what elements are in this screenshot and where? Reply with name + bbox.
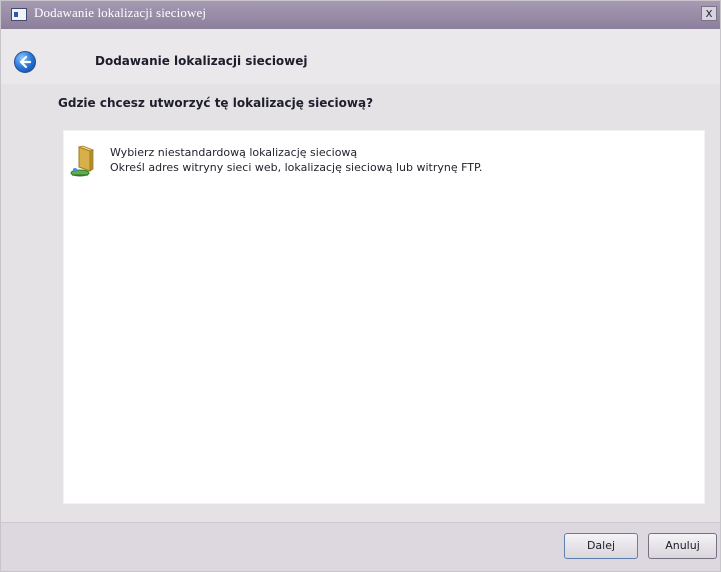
wizard-content: Gdzie chcesz utworzyć tę lokalizację sie… (1, 84, 720, 522)
back-button[interactable] (14, 51, 36, 73)
list-item-custom-network-location[interactable]: Wybierz niestandardową lokalizację sieci… (66, 145, 536, 179)
wizard-header: Dodawanie lokalizacji sieciowej (1, 29, 720, 84)
cancel-button[interactable]: Anuluj (648, 533, 717, 559)
next-button[interactable]: Dalej (564, 533, 638, 559)
wizard-footer: Dalej Anuluj (1, 522, 720, 571)
add-network-location-window: Dodawanie lokalizacji sieciowej x Dodawa… (0, 0, 721, 572)
question-heading: Gdzie chcesz utworzyć tę lokalizację sie… (58, 96, 374, 110)
close-button[interactable]: x (701, 6, 717, 21)
location-options-list: Wybierz niestandardową lokalizację sieci… (63, 130, 705, 504)
back-arrow-icon (19, 55, 32, 69)
wizard-title: Dodawanie lokalizacji sieciowej (95, 54, 308, 68)
window-icon (11, 8, 27, 21)
item-title: Wybierz niestandardową lokalizację sieci… (110, 146, 358, 159)
network-folder-icon (70, 145, 95, 177)
title-bar[interactable]: Dodawanie lokalizacji sieciowej x (1, 1, 720, 30)
window-title: Dodawanie lokalizacji sieciowej (34, 5, 207, 20)
item-description: Określ adres witryny sieci web, lokaliza… (110, 161, 483, 174)
